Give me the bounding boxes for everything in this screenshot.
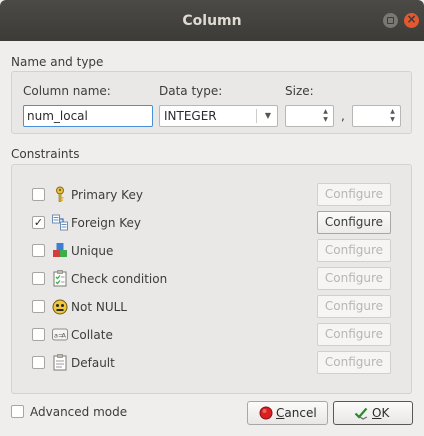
- size-label: Size:: [285, 84, 314, 98]
- precision-spinbox[interactable]: ▲ ▼: [352, 105, 401, 127]
- column-name-label: Column name:: [23, 84, 111, 98]
- size-stepper-icon[interactable]: ▲ ▼: [320, 108, 331, 124]
- constraint-row-default: Default Configure: [32, 351, 392, 374]
- primary-key-configure-button[interactable]: Configure: [317, 183, 391, 206]
- collate-label: Collate: [71, 328, 113, 342]
- foreign-key-checkbox[interactable]: ✓: [32, 216, 45, 229]
- not-null-checkbox[interactable]: [32, 300, 45, 313]
- advanced-mode-checkbox[interactable]: [11, 405, 24, 418]
- close-icon: ×: [406, 12, 417, 26]
- cancel-button[interactable]: Cancel: [247, 401, 328, 425]
- svg-text:A: A: [62, 332, 67, 340]
- check-condition-configure-button[interactable]: Configure: [317, 267, 391, 290]
- window-title: Column: [182, 13, 242, 29]
- key-icon: [56, 186, 64, 202]
- collate-configure-button[interactable]: Configure: [317, 323, 391, 346]
- constraint-row-collate: a= A Collate Configure: [32, 323, 392, 346]
- unique-label: Unique: [71, 244, 114, 258]
- collate-checkbox[interactable]: [32, 328, 45, 341]
- default-icon: [53, 354, 67, 371]
- close-button[interactable]: ×: [404, 12, 419, 28]
- data-type-label: Data type:: [159, 84, 223, 98]
- column-name-input[interactable]: num_local: [23, 105, 153, 127]
- ok-button[interactable]: OK: [333, 401, 413, 425]
- ok-label: K: [381, 406, 390, 420]
- data-type-value: INTEGER: [164, 109, 217, 123]
- check-condition-icon: [53, 270, 67, 287]
- constraint-row-check-condition: Check condition Configure: [32, 267, 392, 290]
- primary-key-label: Primary Key: [71, 188, 143, 202]
- size-spinbox[interactable]: ▲ ▼: [285, 105, 334, 127]
- constraint-row-unique: Unique Configure: [32, 239, 392, 262]
- advanced-mode-label: Advanced mode: [30, 405, 128, 419]
- default-checkbox[interactable]: [32, 356, 45, 369]
- ok-check-icon: [354, 407, 368, 420]
- unique-configure-button[interactable]: Configure: [317, 239, 391, 262]
- check-condition-checkbox[interactable]: [32, 272, 45, 285]
- unique-icon: [53, 243, 67, 257]
- default-label: Default: [71, 356, 115, 370]
- unique-checkbox[interactable]: [32, 244, 45, 257]
- check-condition-label: Check condition: [71, 272, 168, 286]
- column-dialog: Column × Name and type Column name: num_…: [0, 0, 424, 436]
- not-null-label: Not NULL: [71, 300, 127, 314]
- constraints-section-title: Constraints: [11, 147, 80, 161]
- data-type-select[interactable]: INTEGER ▼: [159, 105, 278, 127]
- foreign-key-configure-button[interactable]: Configure: [317, 211, 391, 234]
- title-bar: Column ×: [0, 0, 424, 41]
- primary-key-checkbox[interactable]: [32, 188, 45, 201]
- size-separator: ,: [341, 109, 345, 123]
- collate-icon: a= A: [52, 328, 68, 341]
- foreign-key-icon: [52, 214, 68, 231]
- not-null-icon: [52, 299, 68, 315]
- not-null-configure-button[interactable]: Configure: [317, 295, 391, 318]
- name-type-group: Column name: num_local Data type: INTEGE…: [11, 71, 412, 134]
- constraint-row-primary-key: Primary Key Configure: [32, 183, 392, 206]
- chevron-down-icon: ▼: [264, 111, 271, 120]
- constraint-row-foreign-key: ✓ Foreign Key Configure: [32, 211, 392, 234]
- foreign-key-label: Foreign Key: [71, 216, 141, 230]
- minimize-button[interactable]: [383, 13, 398, 28]
- cancel-icon: [259, 406, 273, 420]
- precision-stepper-icon[interactable]: ▲ ▼: [387, 108, 398, 124]
- name-type-section-title: Name and type: [11, 55, 104, 69]
- default-configure-button[interactable]: Configure: [317, 351, 391, 374]
- constraint-row-not-null: Not NULL Configure: [32, 295, 392, 318]
- cancel-label: ancel: [284, 406, 317, 420]
